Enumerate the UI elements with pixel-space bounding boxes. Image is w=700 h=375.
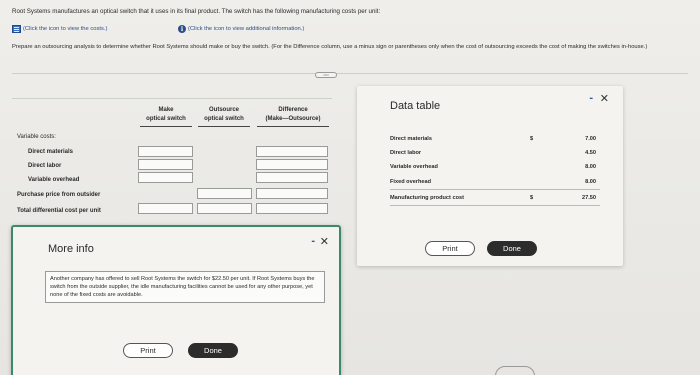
table-row: Manufacturing product cost $ 27.50 [390, 195, 600, 201]
table-rule [390, 189, 600, 190]
amount: 8.00 [585, 164, 596, 170]
row-variable-overhead: Variable overhead [28, 177, 80, 183]
view-info-link[interactable]: i (Click the icon to view additional inf… [178, 25, 304, 33]
print-button[interactable]: Print [123, 343, 173, 358]
print-button[interactable]: Print [425, 241, 475, 256]
row-direct-materials: Direct materials [28, 149, 74, 155]
currency: $ [530, 195, 534, 201]
page: Root Systems manufactures an optical swi… [0, 0, 700, 375]
row-total-differential: Total differential cost per unit [17, 208, 101, 214]
row-label: Fixed overhead [390, 179, 432, 185]
background-control [495, 366, 535, 375]
done-button[interactable]: Done [188, 343, 238, 358]
row-variable-costs: Variable costs: [17, 134, 56, 140]
view-costs-label[interactable]: (Click the icon to view the costs.) [23, 26, 107, 32]
done-button[interactable]: Done [487, 241, 537, 256]
table-row: Direct materials $ 7.00 [390, 136, 600, 142]
col-make-line2: optical switch [146, 115, 186, 122]
problem-intro: Root Systems manufactures an optical swi… [12, 8, 381, 15]
table-rule [390, 205, 600, 206]
amount: 8.00 [585, 179, 596, 185]
col-make: Make optical switch [140, 106, 192, 123]
data-table-dialog: Data table - ✕ Direct materials $ 7.00 D… [357, 86, 623, 266]
view-costs-link[interactable]: (Click the icon to view the costs.) [12, 25, 107, 33]
col-make-line1: Make [158, 107, 174, 113]
col-difference-rule [257, 126, 329, 127]
outsource-total-input[interactable] [197, 203, 252, 214]
table-icon[interactable] [12, 25, 21, 33]
row-label: Direct materials [390, 136, 432, 142]
more-info-dialog: More info - ✕ Another company has offere… [11, 225, 341, 375]
close-icon[interactable]: ✕ [320, 235, 329, 248]
difference-total-input[interactable] [256, 203, 328, 214]
section-divider [12, 73, 688, 74]
amount: 4.50 [585, 150, 596, 156]
difference-direct-labor-input[interactable] [256, 159, 328, 170]
minimize-button[interactable]: - [589, 92, 593, 104]
col-outsource: Outsource optical switch [198, 106, 250, 123]
col-difference: Difference (Make—Outsource) [257, 106, 329, 123]
row-purchase-price: Purchase price from outsider [17, 192, 101, 198]
view-info-label[interactable]: (Click the icon to view additional infor… [188, 26, 304, 32]
row-label: Manufacturing product cost [390, 195, 464, 201]
row-label: Direct labor [390, 150, 422, 156]
outsource-purchase-price-input[interactable] [197, 188, 252, 199]
more-info-text: Another company has offered to sell Root… [45, 271, 325, 304]
col-difference-line1: Difference [278, 107, 308, 113]
col-outsource-line1: Outsource [208, 107, 239, 113]
table-row: Direct labor 4.50 [390, 150, 600, 156]
difference-variable-overhead-input[interactable] [256, 172, 328, 183]
close-icon[interactable]: ✕ [600, 92, 609, 105]
difference-purchase-price-input[interactable] [256, 188, 328, 199]
make-direct-labor-input[interactable] [138, 159, 193, 170]
info-icon[interactable]: i [178, 25, 186, 33]
expand-pill[interactable]: •••• [315, 72, 337, 78]
data-table-title: Data table [390, 100, 441, 112]
difference-direct-materials-input[interactable] [256, 146, 328, 157]
minimize-button[interactable]: - [311, 235, 315, 247]
amount: 27.50 [582, 195, 596, 201]
currency: $ [530, 136, 534, 142]
table-row: Fixed overhead 8.00 [390, 179, 600, 185]
col-difference-line2: (Make—Outsource) [265, 115, 321, 122]
more-info-title: More info [48, 243, 94, 255]
amount: 7.00 [585, 136, 596, 142]
row-direct-labor: Direct labor [28, 163, 62, 169]
table-top-rule [12, 98, 332, 99]
col-outsource-rule [198, 126, 250, 127]
row-label: Variable overhead [390, 164, 438, 170]
col-make-rule [140, 126, 192, 127]
col-outsource-line2: optical switch [204, 115, 244, 122]
make-variable-overhead-input[interactable] [138, 172, 193, 183]
make-total-input[interactable] [138, 203, 193, 214]
instructions: Prepare an outsourcing analysis to deter… [12, 44, 648, 50]
make-direct-materials-input[interactable] [138, 146, 193, 157]
table-row: Variable overhead 8.00 [390, 164, 600, 170]
